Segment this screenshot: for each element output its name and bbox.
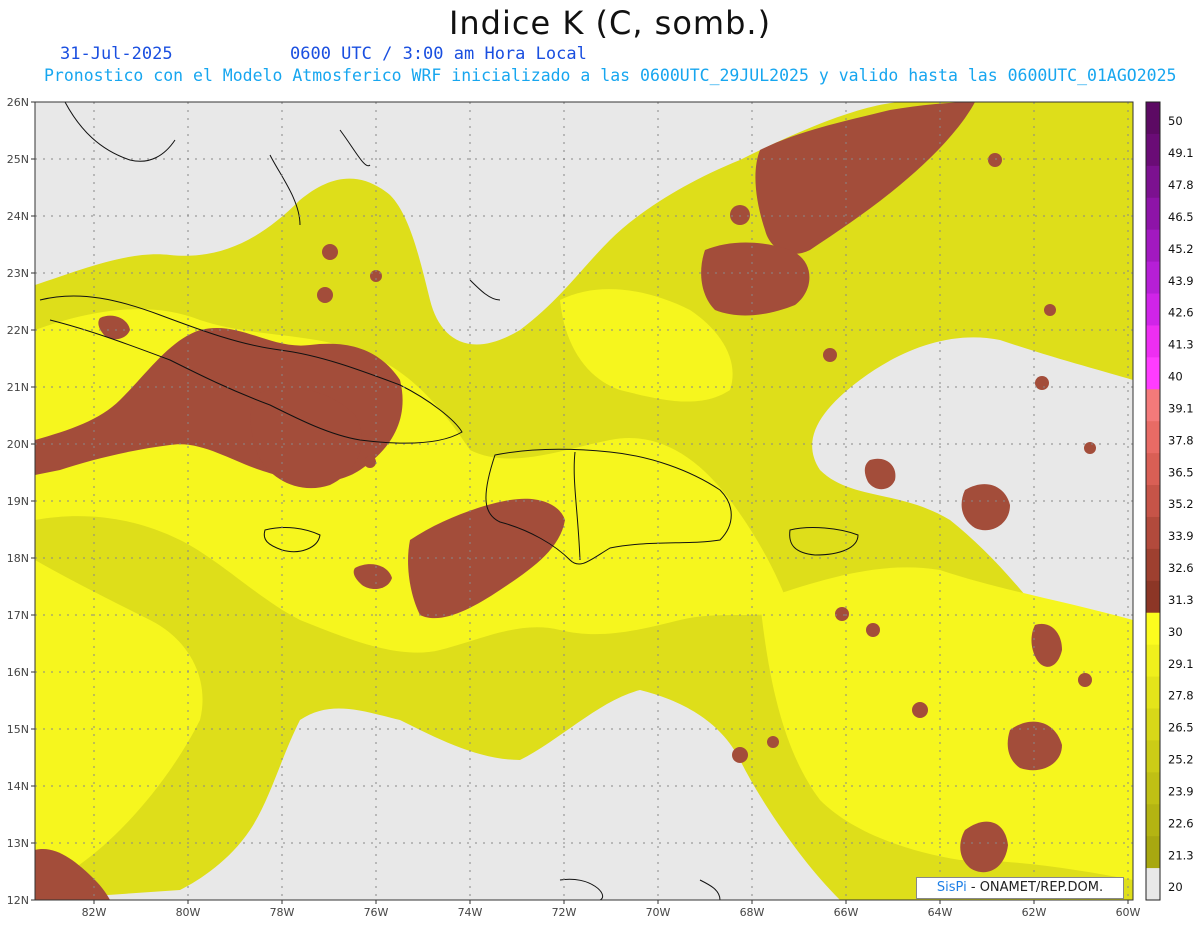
colorbar-label: 27.8 xyxy=(1168,689,1194,703)
colorbar-swatch xyxy=(1146,261,1160,295)
colorbar-swatch xyxy=(1146,804,1160,837)
lat-label: 20N xyxy=(7,438,29,451)
colorbar-swatch xyxy=(1146,357,1160,390)
lon-label: 76W xyxy=(364,906,389,919)
latitude-labels: 26N 25N 24N 23N 22N 21N 20N 19N 18N 17N 16N 15N 14N 1… xyxy=(7,96,35,907)
lon-label: 78W xyxy=(270,906,295,919)
lat-label: 18N xyxy=(7,552,29,565)
lat-label: 26N xyxy=(7,96,29,109)
colorbar-label: 40 xyxy=(1168,370,1183,384)
colorbar-label: 31.3 xyxy=(1168,593,1194,607)
colorbar-swatch xyxy=(1146,772,1160,805)
colorbar-label: 37.8 xyxy=(1168,433,1194,447)
lat-label: 13N xyxy=(7,837,29,850)
colorbar-label: 35.2 xyxy=(1168,497,1194,511)
colorbar-swatch xyxy=(1146,644,1160,678)
colorbar-label: 47.8 xyxy=(1168,178,1194,192)
lon-label: 66W xyxy=(834,906,859,919)
colorbar-swatch xyxy=(1146,676,1160,709)
lon-label: 80W xyxy=(176,906,201,919)
colorbar-swatch xyxy=(1146,580,1160,614)
longitude-labels: 82W 80W 78W 76W 74W 72W 70W 68W 66W 64W 62W 60W xyxy=(82,900,1141,919)
lat-label: 21N xyxy=(7,381,29,394)
colorbar: 50 49.1 47.8 46.5 45.2 43.9 42.6 41.3 40 39.1 37.8… xyxy=(1145,101,1194,901)
lon-label: 62W xyxy=(1022,906,1047,919)
lon-label: 74W xyxy=(458,906,483,919)
lat-label: 23N xyxy=(7,267,29,280)
colorbar-label: 42.6 xyxy=(1168,306,1194,320)
lat-label: 25N xyxy=(7,153,29,166)
colorbar-swatch xyxy=(1146,197,1160,231)
colorbar-swatch xyxy=(1146,516,1160,550)
colorbar-label: 36.5 xyxy=(1168,465,1194,479)
k-index-map: 26N 25N 24N 23N 22N 21N 20N 19N 18N 17N 16N 15N 14N 1… xyxy=(7,96,1194,919)
colorbar-label: 30 xyxy=(1168,625,1183,639)
colorbar-label: 49.1 xyxy=(1168,146,1194,160)
colorbar-swatch xyxy=(1146,293,1160,326)
colorbar-swatch xyxy=(1146,708,1160,741)
map-area xyxy=(35,102,1133,900)
colorbar-swatch xyxy=(1146,165,1160,199)
colorbar-swatch xyxy=(1146,612,1160,646)
lon-label: 70W xyxy=(646,906,671,919)
lat-label: 12N xyxy=(7,894,29,907)
colorbar-label: 33.9 xyxy=(1168,529,1194,543)
colorbar-label: 20 xyxy=(1168,880,1183,894)
colorbar-label: 46.5 xyxy=(1168,210,1194,224)
colorbar-swatch xyxy=(1146,229,1160,263)
lat-label: 22N xyxy=(7,324,29,337)
colorbar-swatch xyxy=(1146,740,1160,773)
colorbar-label: 32.6 xyxy=(1168,561,1194,575)
lat-label: 15N xyxy=(7,723,29,736)
lon-label: 72W xyxy=(552,906,577,919)
colorbar-label: 45.2 xyxy=(1168,242,1194,256)
colorbar-label: 21.3 xyxy=(1168,848,1194,862)
colorbar-swatch xyxy=(1146,133,1160,167)
colorbar-label: 26.5 xyxy=(1168,721,1194,735)
credit-box: SisPi - ONAMET/REP.DOM. xyxy=(916,877,1124,899)
colorbar-label: 50 xyxy=(1168,114,1183,128)
lon-label: 60W xyxy=(1116,906,1141,919)
colorbar-swatch xyxy=(1146,389,1160,422)
lon-label: 68W xyxy=(740,906,765,919)
lat-label: 16N xyxy=(7,666,29,679)
lon-label: 64W xyxy=(928,906,953,919)
colorbar-label: 29.1 xyxy=(1168,657,1194,671)
lat-label: 14N xyxy=(7,780,29,793)
colorbar-swatch xyxy=(1146,836,1160,869)
colorbar-label: 43.9 xyxy=(1168,274,1194,288)
lon-label: 82W xyxy=(82,906,107,919)
colorbar-swatch xyxy=(1146,548,1160,582)
colorbar-label: 23.9 xyxy=(1168,784,1194,798)
credit-brand: SisPi xyxy=(936,880,967,895)
colorbar-swatch xyxy=(1146,453,1160,486)
colorbar-label: 41.3 xyxy=(1168,338,1194,352)
lat-label: 17N xyxy=(7,609,29,622)
credit-org: - ONAMET/REP.DOM. xyxy=(966,880,1104,895)
lat-label: 24N xyxy=(7,210,29,223)
colorbar-swatch xyxy=(1146,485,1160,518)
colorbar-label: 25.2 xyxy=(1168,753,1194,767)
colorbar-swatch xyxy=(1146,868,1160,901)
colorbar-swatch xyxy=(1146,325,1160,358)
colorbar-label: 22.6 xyxy=(1168,816,1194,830)
lat-label: 19N xyxy=(7,495,29,508)
colorbar-swatch xyxy=(1146,102,1160,135)
colorbar-label: 39.1 xyxy=(1168,401,1194,415)
colorbar-swatch xyxy=(1146,421,1160,454)
